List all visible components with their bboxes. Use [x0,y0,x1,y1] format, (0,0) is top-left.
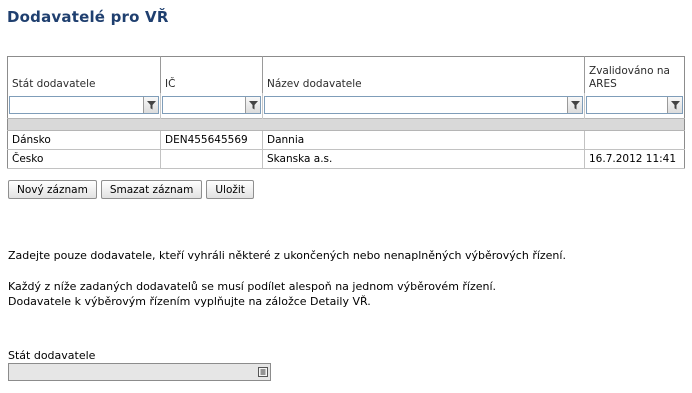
delete-record-button[interactable]: Smazat záznam [100,180,203,199]
cell-supplier-name: Dannia [262,130,585,150]
cell-country: Dánsko [7,130,161,150]
filter-supplier-name-input[interactable] [265,97,567,113]
country-field-label: Stát dodavatele [8,349,96,362]
column-header-country[interactable]: Stát dodavatele [7,56,161,93]
filter-ic [162,96,261,114]
grid-toolbar: Nový záznam Smazat záznam Uložit [8,180,254,199]
suppliers-grid: Stát dodavatele IČ Název dodavatele Zval… [7,56,685,169]
group-separator [7,118,685,131]
cell-ic: DEN455645569 [160,130,263,150]
funnel-icon[interactable] [245,97,260,113]
funnel-icon[interactable] [143,97,158,113]
filter-ares-validated [586,96,683,114]
new-record-button[interactable]: Nový záznam [8,180,97,199]
list-icon[interactable] [256,364,270,380]
funnel-icon[interactable] [567,97,582,113]
info-text-participation: Každý z níže zadaných dodavatelů se musí… [8,280,497,293]
country-select-value [9,364,256,380]
table-row[interactable]: Česko Skanska a.s. 16.7.2012 11:41 [7,149,685,169]
funnel-icon[interactable] [667,97,682,113]
column-header-ic[interactable]: IČ [160,56,263,93]
cell-ares-validated [584,130,685,150]
filter-country [9,96,159,114]
cell-supplier-name: Skanska a.s. [262,149,585,169]
filter-country-input[interactable] [10,97,143,113]
column-header-supplier-name[interactable]: Název dodavatele [262,56,585,93]
info-text-winners: Zadejte pouze dodavatele, kteří vyhráli … [8,249,566,262]
filter-ic-input[interactable] [163,97,245,113]
filter-supplier-name [264,96,583,114]
cell-ares-validated: 16.7.2012 11:41 [584,149,685,169]
cell-ic [160,149,263,169]
save-button[interactable]: Uložit [206,180,254,199]
table-row[interactable]: Dánsko DEN455645569 Dannia [7,130,685,150]
filter-ares-validated-input[interactable] [587,97,667,113]
page-title: Dodavatelé pro VŘ [7,8,169,26]
cell-country: Česko [7,149,161,169]
info-text-details-tab: Dodavatele k výběrovým řízením vyplňujte… [8,295,371,308]
column-header-ares-validated[interactable]: Zvalidováno na ARES [584,56,685,93]
country-select[interactable] [8,363,271,381]
